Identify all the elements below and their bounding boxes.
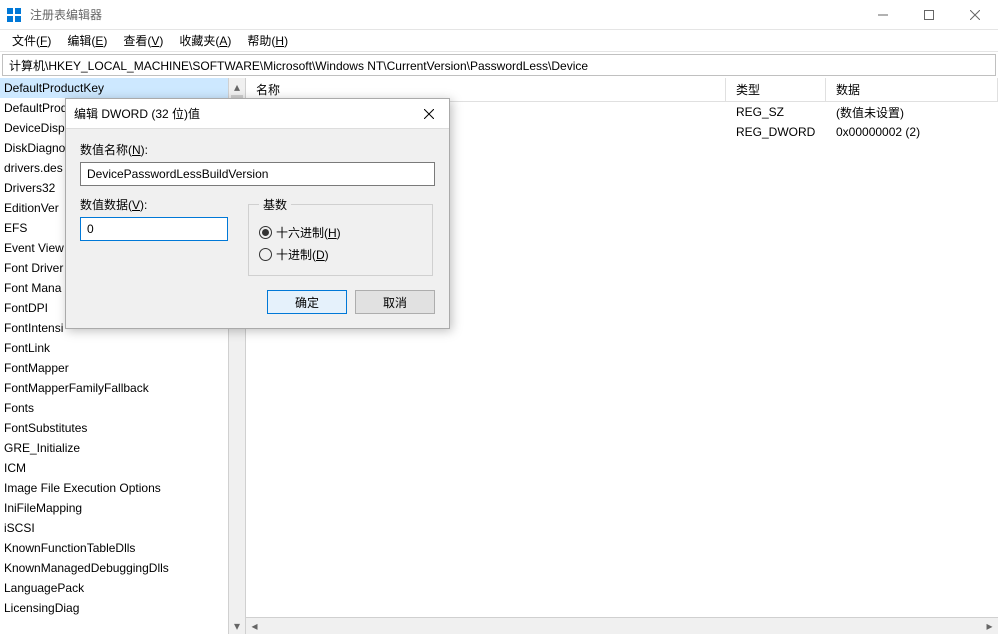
column-type[interactable]: 类型 [726,78,826,101]
radio-dec-label: 十进制(D) [276,246,329,263]
app-icon [6,7,22,23]
value-data-input[interactable] [80,217,228,241]
menu-edit[interactable]: 编辑(E) [59,30,115,51]
tree-item[interactable]: LicensingDiag [0,598,245,618]
cancel-button[interactable]: 取消 [355,290,435,314]
address-text: 计算机\HKEY_LOCAL_MACHINE\SOFTWARE\Microsof… [9,57,588,74]
value-name-label: 数值名称(N): [80,141,435,158]
title-bar: 注册表编辑器 [0,0,998,30]
scroll-down-icon[interactable]: ▾ [229,617,245,634]
scroll-right-icon[interactable]: ▸ [981,618,998,634]
radio-hex-icon [259,226,272,239]
radio-hex[interactable]: 十六进制(H) [259,221,422,243]
value-data-label: 数值数据(V): [80,196,228,213]
maximize-button[interactable] [906,0,952,30]
radio-hex-label: 十六进制(H) [276,224,341,241]
base-legend: 基数 [259,196,291,213]
menu-file[interactable]: 文件(F) [4,30,59,51]
ok-button[interactable]: 确定 [267,290,347,314]
radio-dec[interactable]: 十进制(D) [259,243,422,265]
menu-view[interactable]: 查看(V) [115,30,171,51]
minimize-button[interactable] [860,0,906,30]
tree-item[interactable]: iSCSI [0,518,245,538]
dialog-title-bar[interactable]: 编辑 DWORD (32 位)值 [66,99,449,129]
column-data[interactable]: 数据 [826,78,998,101]
tree-item[interactable]: KnownFunctionTableDlls [0,538,245,558]
cell-type: REG_SZ [726,105,826,119]
tree-item[interactable]: FontLink [0,338,245,358]
cell-data: (数值未设置) [826,104,998,121]
scroll-up-icon[interactable]: ▴ [229,78,245,95]
menu-favorites[interactable]: 收藏夹(A) [171,30,239,51]
tree-item[interactable]: FontMapperFamilyFallback [0,378,245,398]
address-bar[interactable]: 计算机\HKEY_LOCAL_MACHINE\SOFTWARE\Microsof… [2,54,996,76]
scroll-left-icon[interactable]: ◂ [246,618,263,634]
tree-item[interactable]: FontMapper [0,358,245,378]
radio-dec-icon [259,248,272,261]
base-fieldset: 基数 十六进制(H) 十进制(D) [248,196,433,276]
tree-item[interactable]: Fonts [0,398,245,418]
tree-item[interactable]: LanguagePack [0,578,245,598]
dialog-close-button[interactable] [409,99,449,129]
menu-help[interactable]: 帮助(H) [239,30,296,51]
value-name-input[interactable] [80,162,435,186]
tree-item[interactable]: KnownManagedDebuggingDlls [0,558,245,578]
tree-item[interactable]: IniFileMapping [0,498,245,518]
tree-item[interactable]: GRE_Initialize [0,438,245,458]
window-title: 注册表编辑器 [28,6,102,23]
list-h-scrollbar[interactable]: ◂ ▸ [246,617,998,634]
cell-type: REG_DWORD [726,125,826,139]
tree-item[interactable]: ICM [0,458,245,478]
close-button[interactable] [952,0,998,30]
edit-dword-dialog: 编辑 DWORD (32 位)值 数值名称(N): 数值数据(V): 基数 十六… [65,98,450,329]
dialog-title: 编辑 DWORD (32 位)值 [74,105,409,122]
cell-data: 0x00000002 (2) [826,125,998,139]
tree-item[interactable]: DefaultProductKey [0,78,245,98]
tree-item[interactable]: FontSubstitutes [0,418,245,438]
tree-item[interactable]: Image File Execution Options [0,478,245,498]
menu-bar: 文件(F) 编辑(E) 查看(V) 收藏夹(A) 帮助(H) [0,30,998,52]
